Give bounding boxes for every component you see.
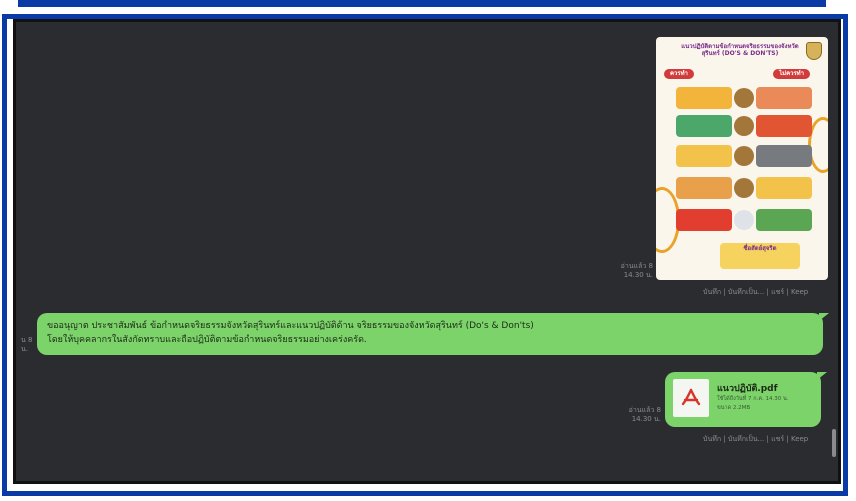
scrollbar[interactable] — [832, 429, 836, 457]
message-line-2: โดยให้บุคคลากรในสังกัดทราบและถือปฏิบัติต… — [47, 335, 367, 345]
poster-row — [676, 209, 812, 231]
save-button[interactable]: บันทึก — [703, 435, 721, 443]
save-button[interactable]: บันทึก — [703, 288, 721, 296]
save-as-button[interactable]: บันทึกเป็น... — [728, 435, 764, 443]
pdf-icon — [673, 379, 709, 417]
left-meta-read: น 8 — [21, 336, 33, 344]
image-message-meta: อ่านแล้ว 8 14.30 น. — [617, 262, 653, 280]
image-message-poster[interactable]: แนวปฏิบัติตามข้อกำหนดจริยธรรมของจังหวัดส… — [656, 37, 828, 280]
poster-footer-box: ซื่อสัตย์สุจริต — [720, 243, 800, 269]
timestamp: 14.30 น. — [631, 415, 661, 423]
poster-row — [676, 115, 812, 137]
poster-title: แนวปฏิบัติตามข้อกำหนดจริยธรรมของจังหวัดส… — [681, 43, 799, 57]
text-message-body: ขออนุญาต ประชาสัมพันธ์ ข้อกำหนดจริยธรรมจ… — [47, 319, 534, 347]
save-as-button[interactable]: บันทึกเป็น... — [728, 288, 764, 296]
crest-icon — [806, 42, 822, 60]
top-border-strip — [18, 0, 826, 7]
file-message-meta: อ่านแล้ว 8 14.30 น. — [617, 406, 661, 424]
text-message-bubble[interactable]: ขออนุญาต ประชาสัมพันธ์ ข้อกำหนดจริยธรรมจ… — [37, 313, 829, 355]
file-size: ขนาด 2.2MB — [717, 405, 751, 411]
file-message-bubble[interactable]: แนวปฏิบัติ.pdf ใช้ได้ถึงวันที่ 7 ก.ค. 14… — [665, 372, 827, 427]
chat-window: แนวปฏิบัติตามข้อกำหนดจริยธรรมของจังหวัดส… — [13, 19, 841, 484]
share-button[interactable]: แชร์ — [771, 288, 784, 296]
timestamp: 14.30 น. — [623, 271, 653, 279]
poster-row — [676, 145, 812, 167]
read-receipt: อ่านแล้ว 8 — [620, 262, 653, 270]
message-line-1: ขออนุญาต ประชาสัมพันธ์ ข้อกำหนดจริยธรรมจ… — [47, 321, 534, 331]
left-meta: น 8 น. — [21, 336, 32, 354]
file-expiry: ใช้ได้ถึงวันที่ 7 ก.ค. 14.30 น. — [717, 396, 789, 402]
poster-row — [676, 87, 812, 109]
poster-row — [676, 177, 812, 199]
keep-button[interactable]: Keep — [791, 288, 808, 296]
left-meta-time: น. — [21, 345, 29, 353]
dont-label: ไม่ควรทำ — [773, 69, 810, 79]
share-button[interactable]: แชร์ — [771, 435, 784, 443]
do-label: ควรทำ — [664, 69, 694, 79]
image-message-actions: บันทึก | บันทึกเป็น... | แชร์ | Keep — [703, 288, 809, 296]
file-name: แนวปฏิบัติ.pdf — [717, 384, 778, 394]
poster-footer: ซื่อสัตย์สุจริต — [662, 241, 822, 275]
file-message-actions: บันทึก | บันทึกเป็น... | แชร์ | Keep — [703, 435, 809, 443]
keep-button[interactable]: Keep — [791, 435, 808, 443]
read-receipt: อ่านแล้ว 8 — [628, 406, 661, 414]
